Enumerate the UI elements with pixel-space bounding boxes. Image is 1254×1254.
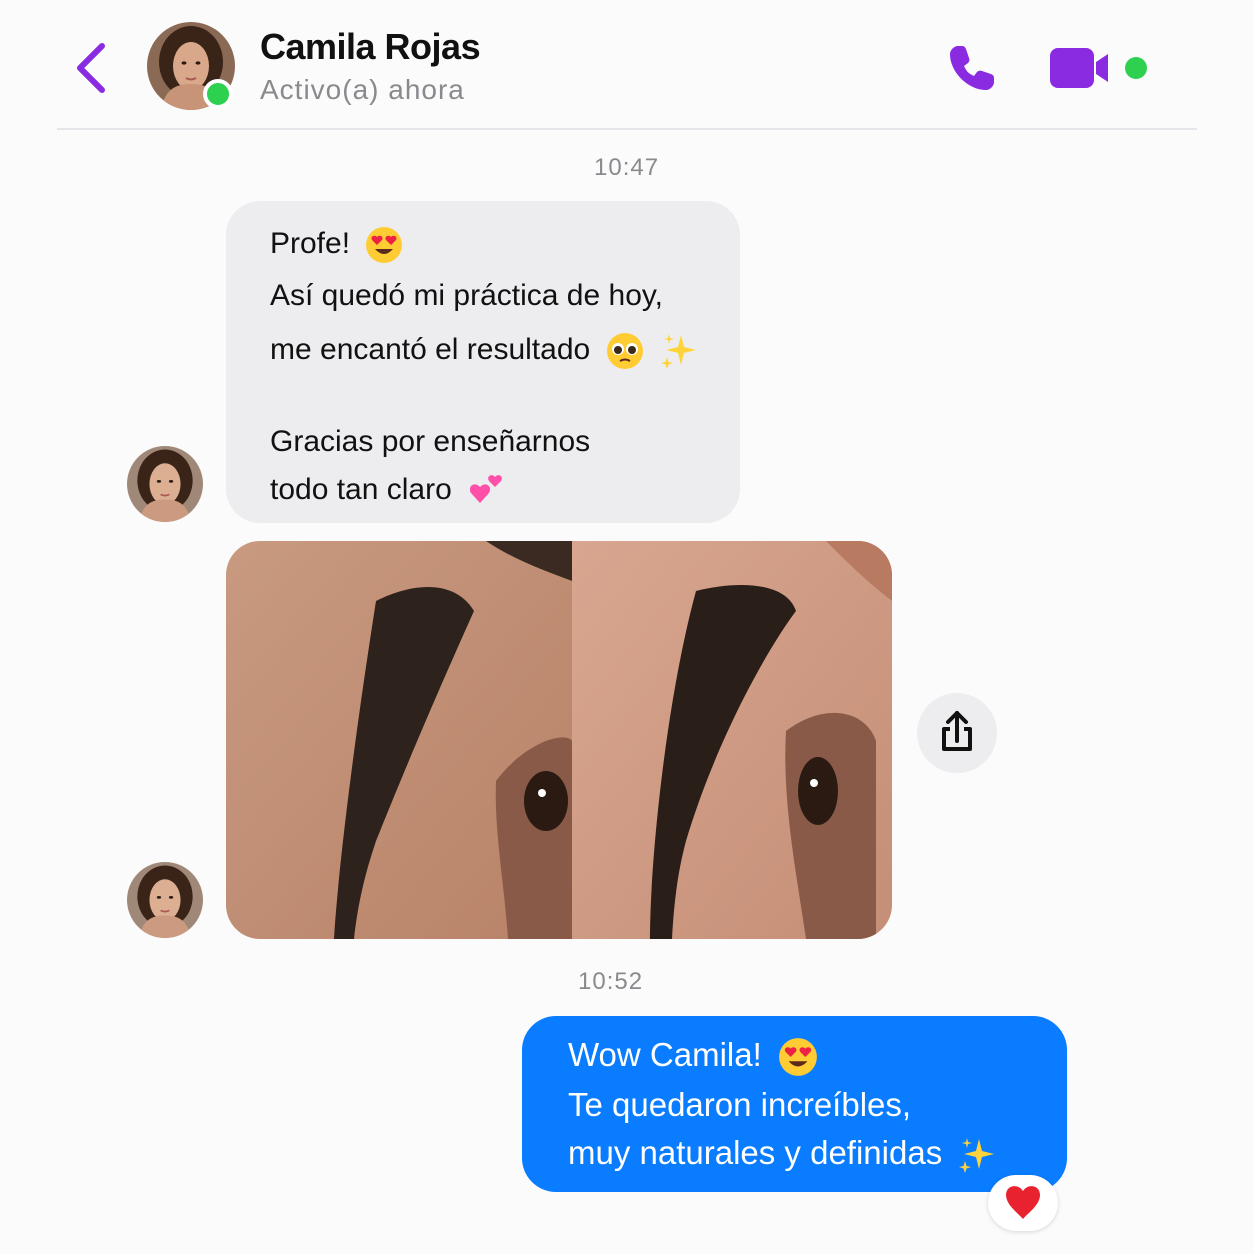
incoming-message-bubble[interactable]: Profe! Así quedó mi práctica de hoy, me …: [226, 201, 740, 523]
brow-result-photo[interactable]: [226, 541, 892, 939]
outgoing-message-bubble[interactable]: Wow Camila! Te quedaron increíbles, muy …: [522, 1016, 1067, 1192]
sparkles-emoji: [959, 1138, 995, 1174]
phone-icon: [950, 46, 994, 90]
back-icon: [77, 43, 105, 93]
contact-name[interactable]: Camila Rojas: [260, 26, 481, 68]
message-line: todo tan claro: [270, 472, 452, 506]
message-line: me encantó el resultado: [270, 332, 591, 366]
message-line: Te quedaron increíbles,: [568, 1086, 912, 1123]
heart-reaction[interactable]: [988, 1175, 1058, 1231]
online-indicator: [203, 79, 233, 109]
video-status-dot: [1125, 57, 1147, 79]
contact-status: Activo(a) ahora: [260, 74, 465, 105]
heart-eyes-emoji: [366, 227, 403, 263]
timestamp: 10:52: [578, 968, 644, 995]
video-camera-icon: [1050, 48, 1108, 88]
sender-avatar[interactable]: [127, 446, 203, 522]
red-heart-emoji: [1006, 1186, 1040, 1219]
pleading-face-emoji: [606, 333, 643, 369]
video-call-button[interactable]: [1048, 46, 1112, 90]
message-line: Profe!: [270, 226, 351, 260]
sender-avatar[interactable]: [127, 862, 203, 938]
call-button[interactable]: [944, 40, 1000, 96]
message-line: Gracias por enseñarnos: [270, 425, 591, 458]
chat-header: Camila Rojas Activo(a) ahora: [0, 0, 1254, 130]
timestamp: 10:47: [594, 154, 660, 181]
two-hearts-emoji: [470, 475, 502, 503]
message-line: Wow Camila!: [568, 1036, 762, 1073]
back-button[interactable]: [68, 38, 118, 98]
sparkles-emoji: [660, 334, 696, 369]
heart-eyes-emoji: [779, 1038, 817, 1077]
share-icon: [942, 711, 972, 751]
share-button[interactable]: [917, 693, 997, 773]
message-line: Así quedó mi práctica de hoy,: [270, 279, 663, 312]
message-line: muy naturales y definidas: [568, 1134, 943, 1171]
header-divider: [57, 128, 1197, 130]
